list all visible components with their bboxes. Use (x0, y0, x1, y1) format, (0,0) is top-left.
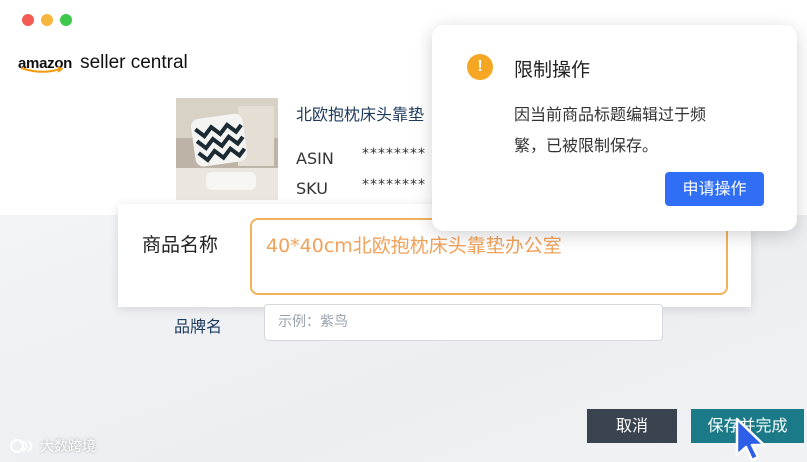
restriction-popup: ! 限制操作 因当前商品标题编辑过于频 繁，已被限制保存。 申请操作 (432, 25, 797, 231)
watermark-text: 大数跨境 (40, 439, 96, 455)
popup-message-line-2: 繁，已被限制保存。 (514, 136, 659, 155)
popup-title: 限制操作 (514, 59, 591, 81)
amazon-seller-central-logo: amazon seller central (18, 52, 188, 74)
brand-name-input[interactable]: 示例：紫鸟 (264, 304, 663, 341)
window-close-button[interactable] (22, 14, 34, 26)
watermark: 大数跨境 (8, 436, 96, 456)
popup-message-line-1: 因当前商品标题编辑过于频 (514, 105, 707, 124)
product-title[interactable]: 北欧抱枕床头靠垫 (296, 101, 424, 125)
mouse-pointer-icon (735, 417, 766, 462)
sku-value: ******** (362, 177, 426, 193)
asin-label: ASIN (296, 149, 334, 168)
product-thumbnail (176, 98, 278, 200)
window-minimize-button[interactable] (41, 14, 53, 26)
watermark-logo-icon (10, 439, 33, 453)
cancel-button[interactable]: 取消 (587, 409, 677, 443)
window-maximize-button[interactable] (60, 14, 72, 26)
asin-value: ******** (362, 146, 426, 162)
pillow-image (176, 98, 278, 200)
request-operation-button[interactable]: 申请操作 (665, 172, 764, 206)
brand-name-label: 品牌名 (174, 317, 223, 336)
sku-label: SKU (296, 179, 328, 198)
exclamation-icon: ! (467, 54, 493, 80)
product-name-label: 商品名称 (142, 234, 219, 256)
amazon-smile-icon (20, 67, 64, 73)
logo-product-name: seller central (80, 52, 188, 73)
app-window: amazon seller central 北欧抱枕床头靠垫 ASIN ****… (0, 0, 807, 462)
